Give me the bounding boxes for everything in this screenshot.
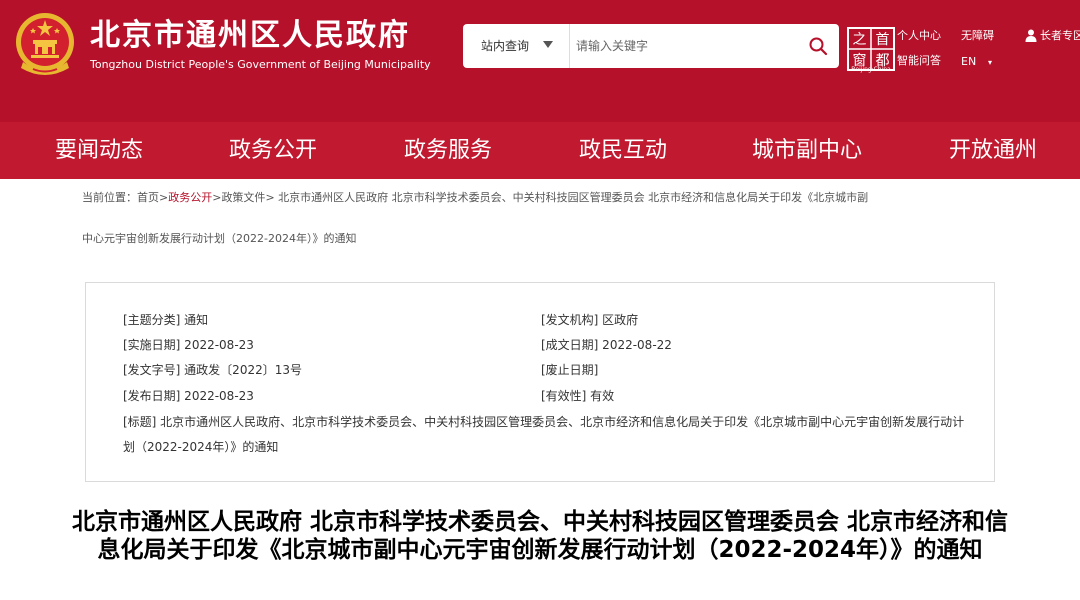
nav-item-interaction[interactable]: 政民互动 — [579, 122, 667, 179]
breadcrumb-current: 北京市通州区人民政府 北京市科学技术委员会、中关村科技园区管理委员会 北京市经济… — [278, 191, 869, 204]
elder-mode-link[interactable]: 长者专区 — [1040, 29, 1080, 43]
site-subtitle: Tongzhou District People's Government of… — [90, 58, 431, 71]
site-header: 北京市通州区人民政府 Tongzhou District People's Go… — [0, 0, 1080, 122]
nav-item-open-tongzhou[interactable]: 开放通州 — [949, 122, 1037, 179]
nav-item-sub-center[interactable]: 城市副中心 — [752, 122, 862, 179]
smart-qa-link[interactable]: 智能问答 — [897, 54, 941, 68]
info-category: [主题分类] 通知 — [123, 313, 209, 327]
search-box: 站内查询 — [463, 24, 839, 68]
info-issuer: [发文机构] 区政府 — [541, 313, 639, 327]
breadcrumb-policy[interactable]: 政策文件 — [221, 191, 265, 204]
breadcrumb-current-cont: 中心元宇宙创新发展行动计划（2022-2024年）》的通知 — [82, 232, 357, 245]
info-effective-date: [实施日期] 2022-08-23 — [123, 338, 254, 352]
search-input[interactable] — [576, 33, 796, 59]
accessibility-link[interactable]: 无障碍 — [961, 29, 994, 43]
breadcrumb-sep: > — [159, 191, 169, 204]
nav-item-gov-service[interactable]: 政务服务 — [404, 122, 492, 179]
document-info-box: [主题分类] 通知 [发文机构] 区政府 [实施日期] 2022-08-23 [… — [85, 282, 995, 482]
search-scope-label: 站内查询 — [481, 39, 530, 53]
breadcrumb-home[interactable]: 首页 — [137, 191, 159, 204]
search-scope-dropdown[interactable]: 站内查询 — [463, 24, 570, 68]
search-icon[interactable] — [807, 35, 829, 57]
info-doc-number: [发文字号] 通政发〔2022〕13号 — [123, 363, 302, 377]
info-repeal-date: [废止日期] — [541, 363, 599, 377]
info-written-date: [成文日期] 2022-08-22 — [541, 338, 672, 352]
site-title[interactable]: 北京市通州区人民政府 — [90, 17, 410, 55]
logo-char-1: 之 — [853, 32, 867, 48]
breadcrumb-gov-open[interactable]: 政务公开 — [168, 191, 212, 204]
national-emblem-icon[interactable] — [13, 12, 77, 78]
logo-char-2: 首 — [876, 32, 890, 48]
info-validity: [有效性] 有效 — [541, 389, 615, 403]
language-caret-icon: ▾ — [988, 58, 993, 67]
breadcrumb-prefix: 当前位置： — [82, 191, 137, 204]
capital-logo-caption: Beijing·China — [851, 66, 891, 73]
main-nav: 要闻动态 政务公开 政务服务 政民互动 城市副中心 开放通州 — [0, 122, 1080, 179]
info-title: [标题] 北京市通州区人民政府、北京市科学技术委员会、中关村科技园区管理委员会、… — [123, 415, 965, 454]
breadcrumb-sep: > — [265, 191, 275, 204]
nav-item-news[interactable]: 要闻动态 — [55, 122, 143, 179]
personal-center-link[interactable]: 个人中心 — [897, 29, 941, 43]
language-switch[interactable]: EN — [961, 55, 976, 69]
caret-down-icon — [543, 41, 553, 48]
info-publish-date: [发布日期] 2022-08-23 — [123, 389, 254, 403]
user-icon — [1025, 29, 1037, 42]
article-title: 北京市通州区人民政府 北京市科学技术委员会、中关村科技园区管理委员会 北京市经济… — [72, 509, 1009, 563]
breadcrumb-line-1: 当前位置：首页>政务公开>政策文件> 北京市通州区人民政府 北京市科学技术委员会… — [82, 188, 868, 208]
nav-item-gov-open[interactable]: 政务公开 — [229, 122, 317, 179]
